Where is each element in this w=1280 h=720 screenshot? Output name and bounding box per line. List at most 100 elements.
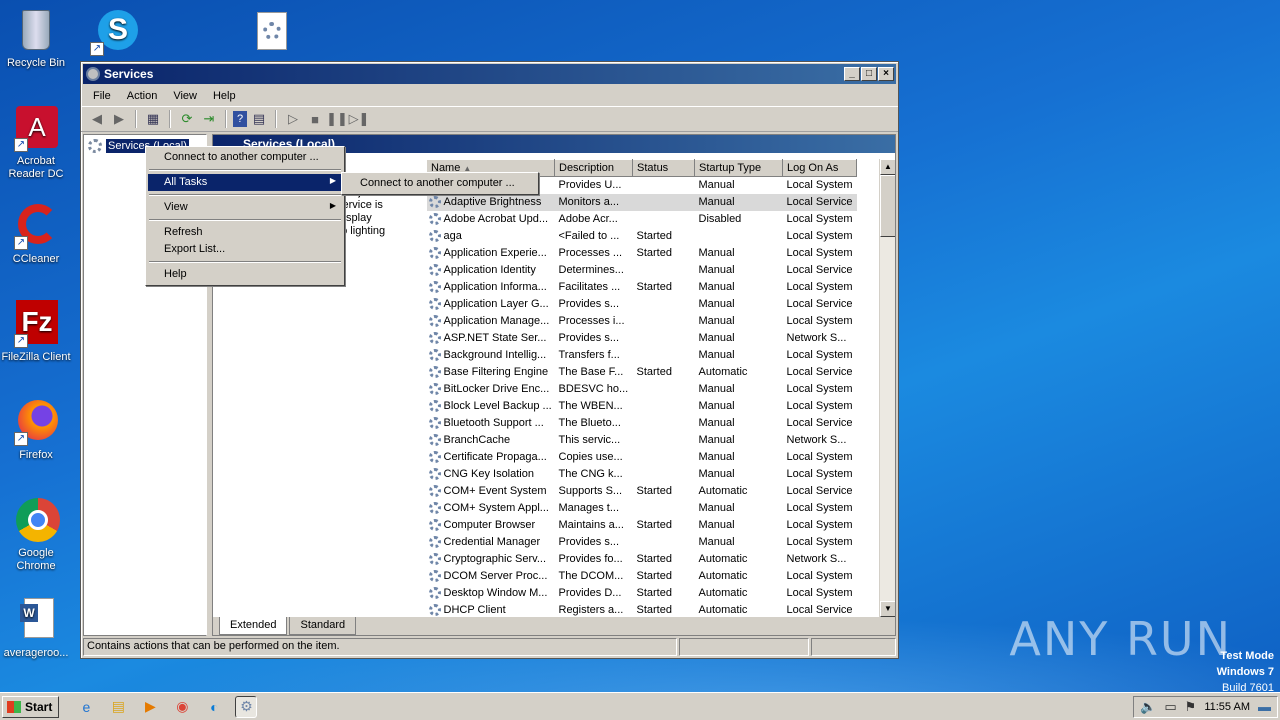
internet-explorer-icon[interactable]: e xyxy=(75,696,97,718)
network-icon[interactable]: ▭ xyxy=(1164,699,1176,715)
table-row[interactable]: Application Layer G... Provides s... Manua… xyxy=(427,296,857,313)
column-header-status[interactable]: Status xyxy=(632,159,695,177)
table-row[interactable]: COM+ Event System Supports S... Started Aut… xyxy=(427,483,857,500)
edge-icon[interactable]: ◐ xyxy=(203,696,225,718)
desktop-icon-filezilla[interactable]: Fz ↗ FileZilla Client xyxy=(0,300,72,364)
show-hide-tree-icon[interactable]: ▦ xyxy=(143,109,163,129)
start-service-icon[interactable]: ▷ xyxy=(283,109,303,129)
cell-desc: The WBEN... xyxy=(558,400,623,412)
table-row[interactable]: Adaptive Brightness Monitors a... Manual Lo… xyxy=(426,193,857,211)
menu-item-help[interactable]: Help xyxy=(148,266,342,283)
start-button[interactable]: Start xyxy=(2,695,60,718)
desktop-icon-chrome[interactable]: Google Chrome xyxy=(0,496,72,573)
desktop-icon-skype[interactable]: S ↗ xyxy=(76,8,148,59)
table-row[interactable]: BitLocker Drive Enc... BDESVC ho... Manual… xyxy=(427,381,857,398)
service-name: Application Informa... xyxy=(443,280,547,293)
table-row[interactable]: Cryptographic Serv... Provides fo... Start… xyxy=(427,551,857,568)
properties-icon[interactable]: ▤ xyxy=(249,109,269,129)
cell-desc: Manages t... xyxy=(558,502,620,514)
refresh-icon[interactable]: ⟳ xyxy=(177,109,197,129)
vertical-scrollbar[interactable]: ▲ ▼ xyxy=(879,159,895,617)
menu-file[interactable]: File xyxy=(85,90,119,102)
menu-action[interactable]: Action xyxy=(119,90,166,102)
services-table: Name ▲ Description Status Startup Type L… xyxy=(426,159,895,617)
media-player-icon[interactable]: ▶ xyxy=(139,696,161,718)
table-row[interactable]: Background Intellig... Transfers f... Manu… xyxy=(427,347,857,364)
menu-item-export-list[interactable]: Export List... xyxy=(148,241,342,258)
cell-startup: Manual xyxy=(698,179,735,192)
chrome-taskbar-icon[interactable]: ◉ xyxy=(171,696,193,718)
table-row[interactable]: Application Experie... Processes ... Start… xyxy=(427,245,857,262)
menu-help[interactable]: Help xyxy=(205,90,244,102)
cell-status: Started xyxy=(636,247,672,259)
table-row[interactable]: Credential Manager Provides s... Manual Loc… xyxy=(427,534,857,551)
desktop-icon-firefox[interactable]: ↗ Firefox xyxy=(0,398,72,462)
column-header-startup-type[interactable]: Startup Type xyxy=(694,159,783,177)
pause-service-icon[interactable]: ❚❚ xyxy=(326,109,348,129)
table-row[interactable]: Computer Browser Maintains a... Started Man… xyxy=(427,517,857,534)
service-gear-icon xyxy=(428,468,441,481)
desktop-icon-file[interactable] xyxy=(225,8,297,59)
service-name: Base Filtering Engine xyxy=(443,365,549,378)
desktop-icon-word-doc[interactable]: W averageroo... xyxy=(0,596,72,660)
show-desktop-icon[interactable]: ▬ xyxy=(1258,699,1271,714)
tab-extended[interactable]: Extended xyxy=(219,617,288,635)
restart-service-icon[interactable]: ▷❚ xyxy=(349,109,370,129)
clock[interactable]: 11:55 AM xyxy=(1204,701,1250,713)
table-row[interactable]: Base Filtering Engine The Base F... Starte… xyxy=(427,364,857,381)
services-gear-icon xyxy=(86,67,100,81)
back-icon[interactable]: ◀ xyxy=(87,109,107,129)
table-row[interactable]: BranchCache This servic... Manual Network S… xyxy=(427,432,857,449)
table-row[interactable]: ASP.NET State Ser... Provides s... Manual N… xyxy=(427,330,857,347)
cell-startup: Manual xyxy=(698,264,735,276)
cell-status xyxy=(633,500,695,517)
menu-item-all-tasks[interactable]: All Tasks ▶ xyxy=(148,174,342,191)
services-taskbar-icon[interactable]: ⚙ xyxy=(235,695,258,718)
scroll-up-icon[interactable]: ▲ xyxy=(880,159,895,175)
stop-service-icon[interactable]: ■ xyxy=(305,109,325,129)
scroll-down-icon[interactable]: ▼ xyxy=(880,601,895,617)
table-row[interactable]: CNG Key Isolation The CNG k... Manual Local… xyxy=(427,466,857,483)
file-explorer-icon[interactable]: ▤ xyxy=(107,696,129,718)
scroll-thumb[interactable] xyxy=(880,175,895,237)
table-row[interactable]: Application Identity Determines... Manual L… xyxy=(427,262,857,279)
cell-startup: Automatic xyxy=(698,587,748,599)
desktop-icon-recycle-bin[interactable]: Recycle Bin xyxy=(0,6,72,70)
help-icon[interactable]: ? xyxy=(233,111,247,127)
cell-status: Started xyxy=(636,366,672,378)
table-row[interactable]: Application Informa... Facilitates ... Sta… xyxy=(427,279,857,296)
forward-icon[interactable]: ▶ xyxy=(109,109,129,129)
table-row[interactable]: Application Manage... Processes i... Manua… xyxy=(427,313,857,330)
action-center-flag-icon[interactable]: ⚑ xyxy=(1185,699,1197,715)
volume-icon[interactable]: 🔈 xyxy=(1140,699,1156,715)
minimize-button[interactable]: _ xyxy=(844,67,860,81)
table-row[interactable]: DHCP Client Registers a... Started Automati… xyxy=(427,602,857,619)
table-row[interactable]: Certificate Propaga... Copies use... Manua… xyxy=(427,449,857,466)
menu-item-connect[interactable]: Connect to another computer ... xyxy=(148,149,342,166)
table-row[interactable]: Block Level Backup ... The WBEN... Manual L… xyxy=(427,398,857,415)
cell-name: Certificate Propaga... xyxy=(427,449,555,466)
menu-view[interactable]: View xyxy=(165,90,205,102)
column-header-description[interactable]: Description xyxy=(554,159,633,177)
menu-item-view[interactable]: View ▶ xyxy=(148,199,342,216)
table-row[interactable]: aga <Failed to ... Started Local System xyxy=(427,228,857,245)
column-header-log-on-as[interactable]: Log On As xyxy=(782,159,857,177)
table-row[interactable]: Desktop Window M... Provides D... Started A… xyxy=(427,585,857,602)
test-mode-notice: Test Mode Windows 7 Build 7601 xyxy=(1217,648,1274,696)
cell-name: Bluetooth Support ... xyxy=(427,415,555,432)
close-button[interactable]: × xyxy=(878,67,894,81)
menu-item-refresh[interactable]: Refresh xyxy=(148,224,342,241)
export-list-icon[interactable]: ⇥ xyxy=(199,109,219,129)
table-row[interactable]: DCOM Server Proc... The DCOM... Started Aut… xyxy=(427,568,857,585)
cell-desc: Provides U... xyxy=(558,179,622,192)
tab-standard[interactable]: Standard xyxy=(289,617,357,635)
ccleaner-icon: ↗ xyxy=(12,202,60,250)
table-row[interactable]: Bluetooth Support ... The Blueto... Manual… xyxy=(427,415,857,432)
submenu-item-connect[interactable]: Connect to another computer ... xyxy=(344,175,536,192)
maximize-button[interactable]: □ xyxy=(861,67,877,81)
title-bar[interactable]: Services _ □ × xyxy=(83,64,896,84)
table-row[interactable]: Adobe Acrobat Upd... Adobe Acr... Disabled… xyxy=(427,211,857,228)
desktop-icon-ccleaner[interactable]: ↗ CCleaner xyxy=(0,202,72,266)
table-row[interactable]: COM+ System Appl... Manages t... Manual Loc… xyxy=(427,500,857,517)
desktop-icon-acrobat[interactable]: A ↗ Acrobat Reader DC xyxy=(0,104,72,181)
